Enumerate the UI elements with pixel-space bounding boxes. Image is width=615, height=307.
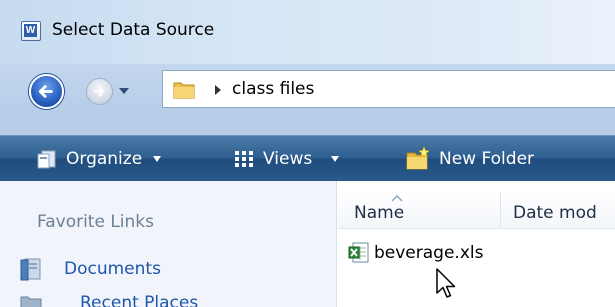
navigation-pane: Favorite Links Documents Recent Places [0, 181, 337, 307]
chevron-down-icon [331, 156, 340, 162]
command-toolbar: Organize Views New Folder [0, 135, 615, 181]
recent-pages-dropdown-icon[interactable] [117, 82, 131, 100]
column-name-label: Name [354, 203, 405, 223]
new-folder-label: New Folder [439, 149, 535, 169]
views-label: Views [263, 149, 313, 169]
excel-file-icon [348, 242, 369, 263]
nav-item-documents-label: Documents [64, 259, 161, 279]
column-header-name[interactable]: Name [338, 191, 501, 229]
documents-icon [20, 258, 41, 281]
recent-places-icon[interactable] [20, 295, 42, 307]
content-area: Favorite Links Documents Recent Places N… [0, 181, 615, 307]
file-item[interactable]: beverage.xls [348, 237, 483, 269]
file-name: beverage.xls [374, 243, 484, 263]
title-bar: W Select Data Source [0, 0, 615, 64]
organize-button[interactable]: Organize [36, 136, 162, 182]
views-grid-icon [235, 151, 253, 167]
file-list-pane: Name Date mod beverage.xls [338, 181, 615, 307]
window-title: Select Data Source [52, 20, 215, 40]
views-button[interactable]: Views [233, 136, 340, 182]
address-bar[interactable]: class files [162, 70, 615, 108]
chevron-down-icon [153, 156, 162, 162]
back-arrow-icon [38, 85, 53, 98]
back-button[interactable] [29, 74, 64, 109]
nav-item-recent-places[interactable]: Recent Places [80, 293, 220, 307]
file-list-header: Name Date mod [338, 191, 615, 229]
forward-button[interactable] [86, 78, 113, 105]
organize-label: Organize [66, 149, 143, 169]
nav-item-documents[interactable]: Documents [20, 257, 161, 281]
favorite-links-heading: Favorite Links [37, 212, 155, 232]
new-folder-icon [406, 146, 430, 170]
folder-icon [173, 82, 195, 99]
organize-icon [37, 150, 56, 169]
forward-arrow-icon [93, 86, 105, 97]
new-folder-button[interactable]: New Folder [405, 136, 534, 182]
breadcrumb-class-files[interactable]: class files [232, 79, 314, 99]
sort-ascending-icon [391, 195, 403, 202]
breadcrumb-chevron-icon[interactable] [213, 84, 223, 96]
mouse-cursor-icon [436, 268, 456, 298]
select-data-source-dialog: W Select Data Source class files Organiz… [0, 0, 615, 307]
column-header-date-modified[interactable]: Date mod [513, 203, 597, 223]
word-app-icon: W [21, 21, 41, 41]
